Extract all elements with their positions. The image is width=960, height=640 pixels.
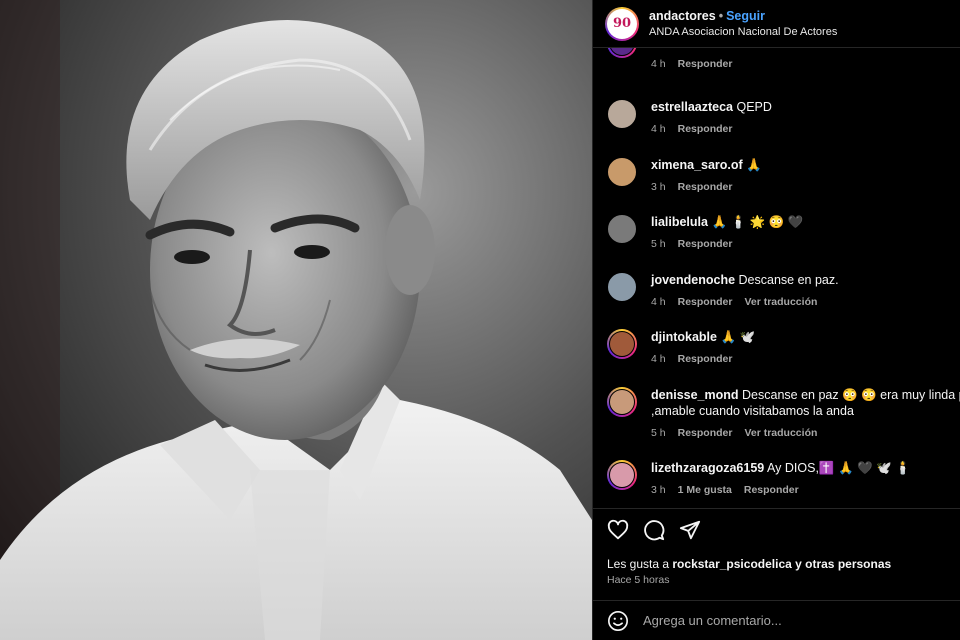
comment-username[interactable]: ximena_saro.of — [651, 158, 743, 172]
likes-prefix: Les gusta a — [607, 557, 673, 571]
comment-avatar[interactable] — [607, 460, 637, 490]
share-icon[interactable] — [679, 519, 701, 541]
comment-avatar[interactable] — [607, 329, 637, 359]
comment-time: 3 h — [651, 484, 666, 496]
comment-text: QEPD — [736, 100, 772, 114]
add-comment-bar — [593, 600, 960, 640]
post-actions: Les gusta a rockstar_psicodelica y otras… — [593, 508, 960, 600]
comment-text: Descanse en paz. — [738, 273, 839, 287]
account-avatar-logo: 90 — [607, 8, 637, 39]
comment-text: 🙏 🕊️ — [720, 330, 756, 344]
translate-button[interactable]: Ver traducción — [744, 427, 817, 439]
comment-time: 3 h — [651, 181, 666, 193]
comment-avatar[interactable] — [607, 214, 637, 244]
comment-time: 4 h — [651, 123, 666, 135]
follow-button[interactable]: Seguir — [726, 9, 765, 23]
comment-time: 4 h — [651, 296, 666, 308]
comment-avatar[interactable] — [607, 48, 637, 58]
comment-text-continued: ,amable cuando visitabamos la anda — [651, 404, 854, 418]
portrait-illustration — [0, 0, 592, 640]
comment-input[interactable] — [643, 613, 923, 628]
comment-avatar[interactable] — [607, 272, 637, 302]
reply-button[interactable]: Responder — [678, 296, 733, 308]
post-photo — [0, 0, 592, 640]
comment-avatar[interactable] — [607, 99, 637, 129]
comment-text: Descanse en paz 😳 😳 era muy linda person… — [742, 388, 960, 402]
comment-username[interactable]: estrellaazteca — [651, 100, 733, 114]
reply-button[interactable]: Responder — [678, 58, 733, 70]
heart-icon[interactable] — [607, 519, 629, 541]
reply-button[interactable]: Responder — [678, 123, 733, 135]
account-subtitle: ANDA Asociacion Nacional De Actores — [649, 25, 838, 38]
account-username[interactable]: andactores — [649, 9, 716, 23]
likes-suffix[interactable]: y otras personas — [792, 557, 891, 571]
comment-icon[interactable] — [643, 519, 665, 541]
comment-time: 4 h — [651, 353, 666, 365]
comment-avatar[interactable] — [607, 387, 637, 417]
likes-user[interactable]: rockstar_psicodelica — [672, 557, 791, 571]
comment-username[interactable]: lialibelula — [651, 215, 708, 229]
comment-username[interactable]: jovendenoche — [651, 273, 735, 287]
separator-dot: • — [718, 8, 724, 23]
comment-text: 🙏 🕯️ 🌟 😳 🖤 — [711, 215, 804, 229]
comment-time: 5 h — [651, 427, 666, 439]
comment-text: Ay DIOS,✝️ 🙏 🖤 🕊️ 🕯️ — [767, 461, 911, 475]
comment-username[interactable]: lizethzaragoza6159 — [651, 461, 764, 475]
emoji-icon[interactable] — [607, 610, 629, 632]
comments-panel: 90 andactores • Seguir ANDA Asociacion Nac… — [592, 0, 960, 640]
comment-username[interactable]: denisse_mond — [651, 388, 739, 402]
comment-likes[interactable]: 1 Me gusta — [678, 484, 732, 496]
comments-list[interactable]: 4 h Responder estrellaazteca QEPD 4 h Resp… — [593, 48, 960, 508]
post-timestamp: Hace 5 horas — [607, 574, 670, 586]
reply-button[interactable]: Responder — [678, 353, 733, 365]
comment-text: 🙏 — [746, 158, 762, 172]
post-header: 90 andactores • Seguir ANDA Asociacion Nac… — [593, 0, 960, 48]
account-avatar[interactable]: 90 — [605, 6, 639, 41]
comment-time: 4 h — [651, 58, 666, 70]
comment-avatar[interactable] — [607, 157, 637, 187]
likes-summary[interactable]: Les gusta a rockstar_psicodelica y otras… — [607, 557, 891, 571]
reply-button[interactable]: Responder — [744, 484, 799, 496]
reply-button[interactable]: Responder — [678, 181, 733, 193]
comment-username[interactable]: djintokable — [651, 330, 717, 344]
comment-time: 5 h — [651, 238, 666, 250]
reply-button[interactable]: Responder — [678, 427, 733, 439]
reply-button[interactable]: Responder — [678, 238, 733, 250]
translate-button[interactable]: Ver traducción — [744, 296, 817, 308]
